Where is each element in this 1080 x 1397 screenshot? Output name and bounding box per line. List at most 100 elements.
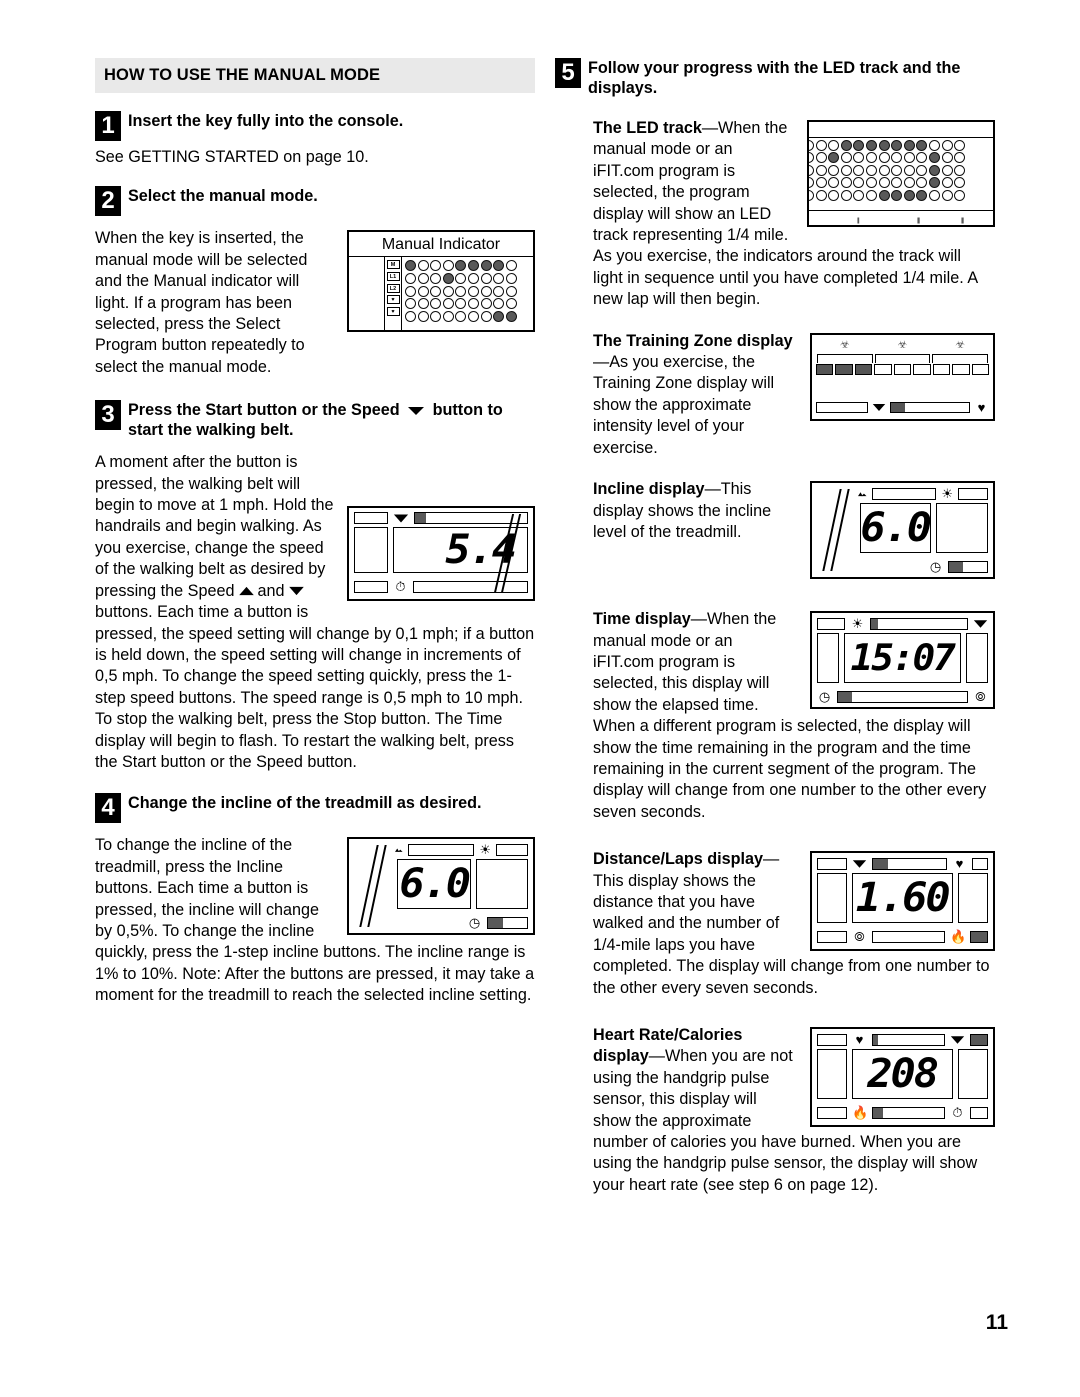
incline-level-bar [872, 487, 937, 500]
speed-chip [970, 1033, 988, 1046]
incline-display-figure: ☀ 6.0 ◷ [810, 481, 995, 580]
pulse-chip [970, 1106, 988, 1119]
step-1-heading: Insert the key fully into the console. [128, 112, 404, 130]
incline-mountain-icon [858, 491, 867, 496]
step-2-number: 2 [95, 186, 121, 217]
em-dash: — [593, 353, 610, 372]
step-5: 5 Follow your progress with the LED trac… [555, 58, 995, 98]
manual-page: HOW TO USE THE MANUAL MODE 1 Insert the … [0, 0, 1080, 1397]
led-row [809, 177, 993, 189]
step-3-heading-part1: Press the Start button or the Speed [128, 401, 400, 420]
manual-led-grid [402, 257, 517, 330]
progress-pill [890, 401, 970, 413]
speed-bottom-row: ⏱ [349, 576, 533, 597]
distance-display-figure: ♥ 1.60 ⦾ 🔥 [810, 851, 995, 952]
step-4-number: 4 [95, 793, 121, 824]
clock-icon: ◷ [468, 915, 481, 931]
manual-indicator-body: M L1 L2 ♥ ♥ [349, 256, 533, 331]
heart-icon: ♥ [977, 399, 986, 415]
speed-arrow-icon [408, 407, 425, 416]
distance-bar [872, 857, 947, 870]
hr-top-row: ♥ [812, 1029, 993, 1046]
manual-indicator-title: Manual Indicator [381, 236, 501, 254]
track-top-strip [809, 122, 993, 138]
pulse-bar [958, 487, 988, 500]
zone-seg [816, 363, 834, 375]
step-4-heading: Change the incline of the treadmill as d… [128, 794, 482, 813]
time-block: ☀ 15:07 ◷ ⦾ Time display—When the manual… [555, 609, 995, 823]
corner-chip [817, 1106, 847, 1119]
led-row [809, 189, 993, 201]
corner-chip [817, 857, 847, 870]
step-3-heading: Press the Start button or the Speed butt… [128, 400, 535, 440]
led-row [809, 164, 993, 176]
hr-digits-area: 208 [812, 1046, 993, 1102]
indicator-left-pad [349, 257, 385, 331]
zone-bracket [874, 353, 931, 363]
zone-seg [854, 363, 873, 375]
heart-icon: ♥ [955, 856, 964, 872]
flame-icon: 🔥 [852, 1105, 869, 1120]
pace-bar [413, 580, 528, 593]
zone-seg [932, 363, 951, 375]
speed-up-arrow-icon [238, 587, 254, 596]
laps-icon: ⦾ [854, 929, 865, 945]
heart-rate-value: 208 [867, 1051, 940, 1097]
led-row [405, 285, 517, 297]
speed-value-panel: 5.4 [393, 527, 528, 574]
led-row [405, 310, 517, 322]
step-3-number: 3 [95, 400, 121, 431]
distance-bottom-row: ⦾ 🔥 [812, 926, 993, 947]
step-5-heading: Follow your progress with the LED track … [588, 59, 961, 97]
incline-bottom-row: ◷ [349, 912, 533, 933]
manual-indicator-figure: Manual Indicator M L1 L2 ♥ ♥ [347, 230, 535, 333]
incline-digits-area: 6.0 [812, 500, 993, 556]
zone-icon-2: ☣ [897, 338, 908, 351]
left-side-panel [817, 1049, 847, 1099]
distance-value-panel: 1.60 [852, 873, 953, 924]
step-1-number: 1 [95, 111, 121, 141]
row-label-l2: L2 [386, 283, 400, 293]
pulse-icon: ☀ [851, 616, 864, 632]
flame-icon: 🔥 [950, 929, 967, 945]
pulse-icon: ☀ [941, 486, 953, 502]
step-3-block: 5.4 ⏱ A moment after the button is press… [95, 452, 535, 709]
em-dash: — [690, 610, 707, 629]
step-5-number: 5 [555, 58, 581, 88]
elapsed-bar [837, 690, 968, 703]
left-side-panel [817, 633, 839, 684]
time-digits-area: 15:07 [812, 630, 993, 686]
right-side-panel [958, 873, 988, 924]
calorie-chip [970, 930, 988, 943]
section-title: HOW TO USE THE MANUAL MODE [95, 58, 535, 93]
heart-rate-display-figure: ♥ 208 🔥 ⏱ [810, 1027, 995, 1127]
indicator-row-labels: M L1 L2 ♥ ♥ [385, 257, 402, 331]
zone-intensity-bars [816, 363, 989, 375]
calories-bar [872, 1106, 945, 1119]
left-side-panel [817, 873, 847, 924]
led-track-grid [809, 138, 993, 210]
row-label-l1: L1 [386, 272, 400, 281]
time-bar [948, 560, 988, 573]
hr-bottom-row: 🔥 ⏱ [812, 1102, 993, 1123]
led-row [809, 140, 993, 151]
time-value: 15:07 [850, 637, 956, 679]
step-1: 1 Insert the key fully into the console. [95, 111, 535, 141]
em-dash: — [704, 480, 721, 499]
em-dash: — [763, 850, 780, 869]
led-row [405, 273, 517, 284]
speed-arrow-icon [852, 859, 867, 868]
speed-value: 5.4 [445, 527, 517, 574]
em-dash: — [701, 119, 719, 137]
step-4: 4 Change the incline of the treadmill as… [95, 793, 535, 824]
pulse-bar [496, 843, 528, 856]
zone-seg [874, 363, 892, 375]
step-4-block: ☀ 6.0 ◷ To change the incline of the tre [95, 835, 535, 1006]
right-column: 5 Follow your progress with the LED trac… [555, 58, 995, 1196]
corner-chip [354, 512, 388, 525]
incline-display-figure-left: ☀ 6.0 ◷ [347, 837, 535, 936]
heart-rate-block: ♥ 208 🔥 ⏱ Heart Rate/Calories display—Wh… [555, 1025, 995, 1196]
clock-icon: ◷ [818, 689, 831, 705]
speed-arrow-icon [973, 619, 988, 628]
distance-digits-area: 1.60 [812, 870, 993, 926]
